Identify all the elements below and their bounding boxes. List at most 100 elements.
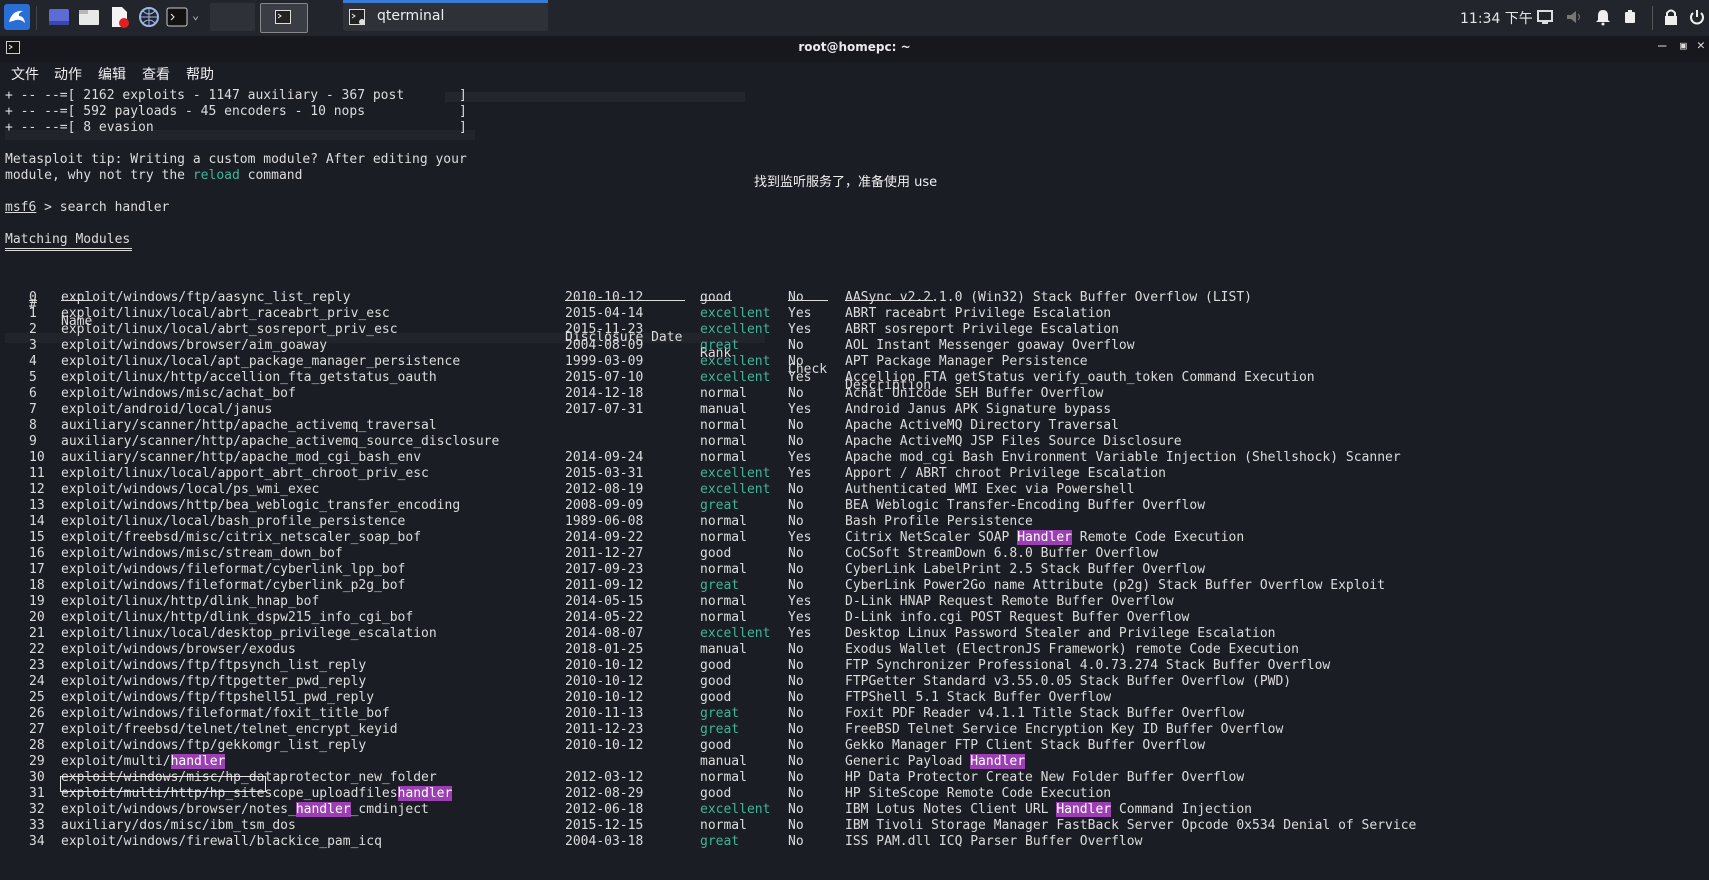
check: No <box>788 706 804 721</box>
module-name: exploit/linux/local/abrt_raceabrt_priv_e… <box>61 306 390 321</box>
terminal-launcher-icon[interactable] <box>166 6 188 28</box>
rank: excellent <box>700 370 771 385</box>
row-number: 3 <box>29 338 37 353</box>
description: CyberLink Power2Go name Attribute (p2g) … <box>845 578 1386 593</box>
table-row: 11 exploit/linux/local/apport_abrt_chroot… <box>5 466 1705 482</box>
row-number: 30 <box>29 770 45 785</box>
module-name: exploit/windows/ftp/ftpshell51_pwd_reply <box>61 690 375 705</box>
row-number: 21 <box>29 626 45 641</box>
check: Yes <box>788 466 812 481</box>
display-icon[interactable] <box>1536 6 1554 28</box>
description: Accellion FTA getStatus verify_oauth_tok… <box>845 370 1315 385</box>
browser-icon[interactable] <box>138 6 160 28</box>
prompt-line: msf6 > search handler <box>5 200 169 216</box>
row-number: 14 <box>29 514 45 529</box>
menu-edit[interactable]: 编辑 <box>98 64 126 84</box>
table-row: 21 exploit/linux/local/desktop_privilege_… <box>5 626 1705 642</box>
prompt-command: > search handler <box>36 200 170 215</box>
description: D-Link info.cgi POST Request Buffer Over… <box>845 610 1190 625</box>
lock-icon[interactable] <box>1662 6 1680 28</box>
section-title: Matching Modules <box>5 232 131 247</box>
table-row: 10 auxiliary/scanner/http/apache_mod_cgi_… <box>5 450 1705 466</box>
description: FTP Synchronizer Professional 4.0.73.274… <box>845 658 1331 673</box>
rank: good <box>700 674 732 689</box>
text-editor-icon[interactable] <box>108 6 130 28</box>
file-manager-icon[interactable] <box>78 6 100 28</box>
minimize-icon[interactable]: – <box>1658 38 1666 54</box>
table-row: 26 exploit/windows/fileformat/foxit_title… <box>5 706 1705 722</box>
row-number: 32 <box>29 802 45 817</box>
disclosure-date: 1989-06-08 <box>565 514 644 529</box>
row-number: 13 <box>29 498 45 513</box>
check: No <box>788 770 804 785</box>
maximize-icon[interactable]: ▣ <box>1680 39 1687 52</box>
menu-actions[interactable]: 动作 <box>54 64 82 84</box>
check: No <box>788 674 804 689</box>
module-name: exploit/linux/local/bash_profile_persist… <box>61 514 406 529</box>
workspace-2[interactable] <box>260 3 308 33</box>
module-name: exploit/linux/http/dlink_hnap_bof <box>61 594 320 609</box>
row-number: 34 <box>29 834 45 849</box>
power-icon[interactable] <box>1688 6 1706 28</box>
volume-icon[interactable] <box>1565 6 1583 28</box>
terminal-icon <box>275 10 291 24</box>
rank: great <box>700 706 740 721</box>
disclosure-date: 2011-09-12 <box>565 578 644 593</box>
check: No <box>788 690 804 705</box>
description: Authenticated WMI Exec via Powershell <box>845 482 1135 497</box>
description: ABRT raceabrt Privilege Escalation <box>845 306 1112 321</box>
taskbar-app-label: qterminal <box>377 8 445 24</box>
show-desktop-icon[interactable] <box>48 6 70 28</box>
description: Android Janus APK Signature bypass <box>845 402 1112 417</box>
disclosure-date: 2014-12-18 <box>565 386 644 401</box>
rank: normal <box>700 530 747 545</box>
rank: excellent <box>700 322 771 337</box>
rank: normal <box>700 818 747 833</box>
menu-file[interactable]: 文件 <box>11 64 39 84</box>
disclosure-date: 2015-07-10 <box>565 370 644 385</box>
module-name: exploit/windows/browser/notes_handler_cm… <box>61 802 429 817</box>
menu-help[interactable]: 帮助 <box>186 64 214 84</box>
rank: good <box>700 290 732 305</box>
disclosure-date: 2012-06-18 <box>565 802 644 817</box>
description: Exodus Wallet (ElectronJS Framework) rem… <box>845 642 1299 657</box>
table-row: 17 exploit/windows/fileformat/cyberlink_l… <box>5 562 1705 578</box>
check: No <box>788 658 804 673</box>
description: ISS PAM.dll ICQ Parser Buffer Overflow <box>845 834 1143 849</box>
tip-line: Metasploit tip: Writing a custom module?… <box>5 152 467 167</box>
table-row: 28 exploit/windows/ftp/gekkomgr_list_repl… <box>5 738 1705 754</box>
notification-bell-icon[interactable] <box>1594 6 1612 28</box>
description: HP Data Protector Create New Folder Buff… <box>845 770 1245 785</box>
workspace-1[interactable] <box>210 3 255 31</box>
disclosure-date: 2010-10-12 <box>565 738 644 753</box>
table-row: 6 exploit/windows/misc/achat_bof 2014-12-1… <box>5 386 1705 402</box>
chevron-down-icon[interactable]: ⌄ <box>192 8 199 22</box>
search-highlight: handler <box>397 786 453 801</box>
rank: great <box>700 498 740 513</box>
terminal-output[interactable]: + -- --=[ 2162 exploits - 1147 auxiliary… <box>5 88 1705 880</box>
check: No <box>788 786 804 801</box>
menu-view[interactable]: 查看 <box>142 64 170 84</box>
check: No <box>788 802 804 817</box>
kali-dragon-icon[interactable] <box>4 4 30 30</box>
check: Yes <box>788 594 812 609</box>
section-underline <box>5 250 132 251</box>
window-titlebar[interactable]: root@homepc: ~ – ▣ ✕ <box>0 36 1709 62</box>
taskbar-app-qterminal[interactable]: qterminal <box>343 3 548 31</box>
rank: excellent <box>700 354 771 369</box>
description: HP SiteScope Remote Code Execution <box>845 786 1112 801</box>
table-row: 2 exploit/linux/local/abrt_sosreport_priv… <box>5 322 1705 338</box>
disclosure-date: 2018-01-25 <box>565 642 644 657</box>
battery-icon[interactable] <box>1622 6 1638 28</box>
disclosure-date: 2010-10-12 <box>565 658 644 673</box>
disclosure-date: 2012-08-19 <box>565 482 644 497</box>
close-icon[interactable]: ✕ <box>1697 38 1705 53</box>
clock[interactable]: 11:34 下午 <box>1460 8 1533 28</box>
module-name: exploit/windows/ftp/gekkomgr_list_reply <box>61 738 367 753</box>
check: No <box>788 434 804 449</box>
module-name: exploit/windows/fileformat/cyberlink_p2g… <box>61 578 406 593</box>
description: AOL Instant Messenger goaway Overflow <box>845 338 1135 353</box>
rank: normal <box>700 418 747 433</box>
row-number: 1 <box>29 306 37 321</box>
rank: good <box>700 546 732 561</box>
